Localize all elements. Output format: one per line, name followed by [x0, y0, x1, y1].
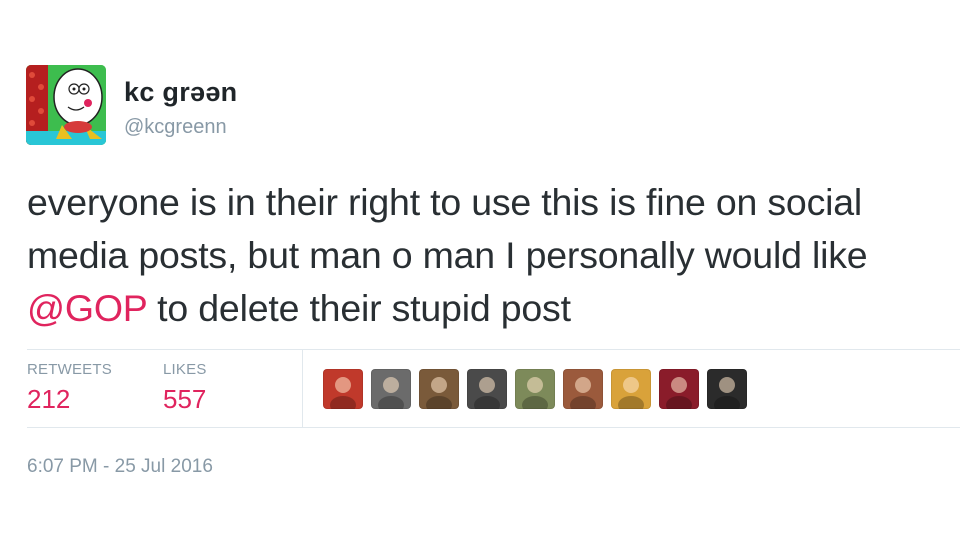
retweets-label: RETWEETS	[27, 361, 112, 378]
tweet-timestamp[interactable]: 6:07 PM - 25 Jul 2016	[27, 456, 213, 478]
liker-avatar[interactable]	[371, 369, 411, 409]
liker-avatar[interactable]	[515, 369, 555, 409]
liker-avatar[interactable]	[659, 369, 699, 409]
liker-avatar[interactable]	[467, 369, 507, 409]
divider	[27, 427, 960, 428]
likes-count: 557	[163, 384, 207, 414]
divider	[27, 349, 960, 350]
liker-avatars	[323, 369, 747, 409]
liker-avatar[interactable]	[323, 369, 363, 409]
tweet-text-part: everyone is in their right to use this i…	[27, 181, 868, 276]
liker-avatar[interactable]	[611, 369, 651, 409]
divider	[302, 350, 303, 427]
author-avatar[interactable]	[26, 65, 106, 145]
retweets-count: 212	[27, 384, 71, 414]
author-display-name[interactable]: kc grəən	[124, 77, 237, 108]
liker-avatar[interactable]	[419, 369, 459, 409]
retweets-stat[interactable]: RETWEETS 212	[27, 361, 112, 415]
tweet-text-part: to delete their stupid post	[146, 287, 571, 329]
tweet-text: everyone is in their right to use this i…	[27, 176, 942, 335]
liker-avatar[interactable]	[707, 369, 747, 409]
mention-link[interactable]: @GOP	[27, 287, 147, 329]
likes-stat[interactable]: LIKES 557	[163, 361, 207, 415]
liker-avatar[interactable]	[563, 369, 603, 409]
likes-label: LIKES	[163, 361, 207, 378]
author-handle[interactable]: @kcgreenn	[124, 116, 227, 139]
